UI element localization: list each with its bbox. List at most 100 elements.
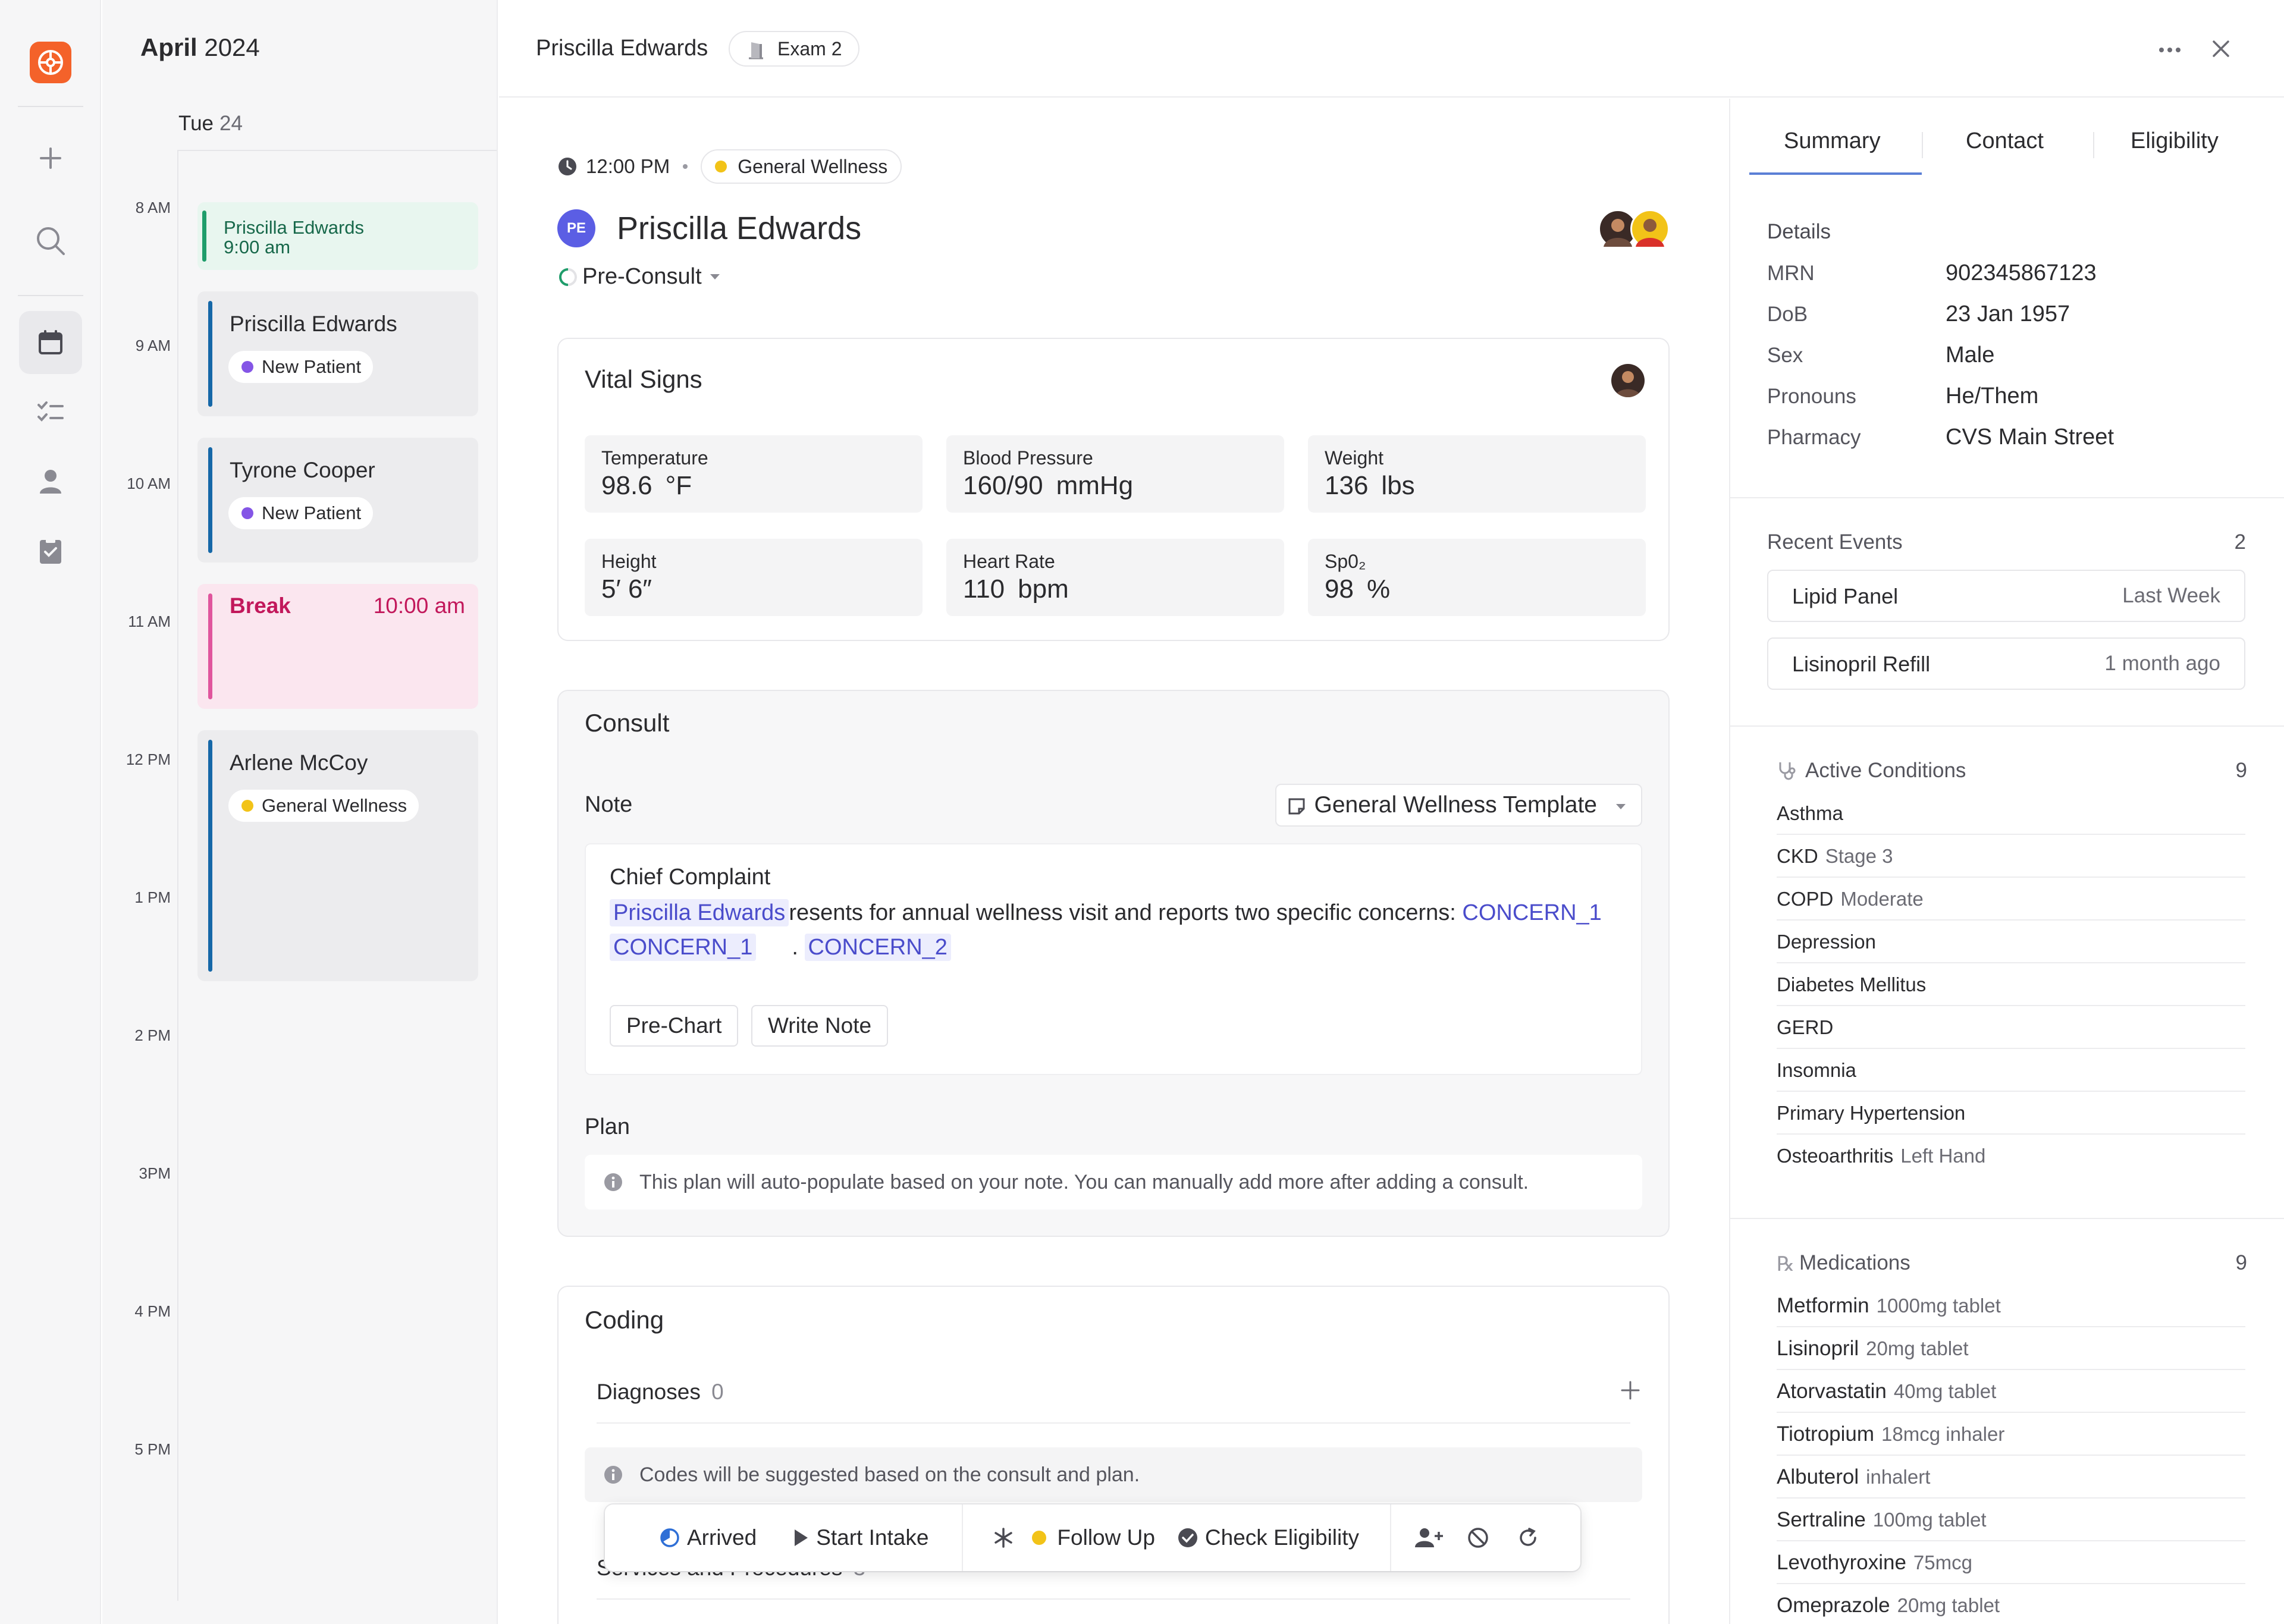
hour-label: 2 PM (134, 1026, 171, 1044)
reports-nav-button[interactable] (19, 520, 82, 583)
concern-placeholder[interactable]: CONCERN_1 (610, 934, 757, 961)
detail-key: Pharmacy (1767, 426, 1861, 449)
cancel-visit-button[interactable] (1444, 1527, 1489, 1548)
close-icon[interactable] (2208, 36, 2234, 62)
care-team-avatars[interactable] (1598, 209, 1670, 251)
add-diagnosis-icon[interactable] (1620, 1380, 1641, 1401)
medication-item[interactable]: Levothyroxine 75mcg (1777, 1541, 2245, 1584)
concern-placeholder[interactable]: CONCERN_2 (804, 934, 951, 961)
condition-item[interactable]: COPD Moderate (1777, 878, 2245, 921)
start-intake-button[interactable]: Start Intake (792, 1525, 962, 1550)
visit-time-row: 12:00 PM General Wellness (557, 149, 902, 184)
recent-event-item[interactable]: Lipid Panel Last Week (1767, 570, 2245, 622)
vital-height[interactable]: Height 5′ 6″ (585, 539, 923, 616)
tab-contact[interactable]: Contact (1966, 128, 2044, 154)
write-note-button[interactable]: Write Note (751, 1005, 889, 1047)
condition-item[interactable]: Asthma (1777, 792, 2245, 835)
tab-eligibility[interactable]: Eligibility (2131, 128, 2219, 154)
medication-item[interactable]: Metformin 1000mg tablet (1777, 1284, 2245, 1327)
details-title: Details (1767, 220, 1831, 243)
more-options-icon[interactable] (2157, 38, 2183, 62)
new-button[interactable] (19, 127, 82, 190)
hour-label: 5 PM (134, 1440, 171, 1458)
checklist-icon (37, 401, 64, 422)
asterisk-button[interactable] (963, 1527, 1032, 1548)
appointment-name: Tyrone Cooper (230, 458, 375, 482)
search-button[interactable] (19, 209, 82, 272)
arrived-button[interactable]: Arrived (605, 1525, 792, 1550)
note-editor[interactable]: Chief Complaint Priscilla Edwards resents… (585, 843, 1642, 1075)
patient-name: Priscilla Edwards (617, 211, 862, 246)
appointment-card[interactable]: Priscilla Edwards New Patient (197, 291, 478, 416)
condition-item[interactable]: Insomnia (1777, 1049, 2245, 1092)
logo-icon[interactable] (30, 42, 71, 83)
hour-label: 4 PM (134, 1302, 171, 1320)
pre-chart-button[interactable]: Pre-Chart (610, 1005, 739, 1047)
refresh-icon (1520, 1528, 1536, 1546)
appointment-card[interactable]: Tyrone Cooper New Patient (197, 438, 478, 563)
condition-item[interactable]: Diabetes Mellitus (1777, 963, 2245, 1006)
patient-mention-chip[interactable]: Priscilla Edwards (610, 899, 789, 926)
condition-item[interactable]: CKD Stage 3 (1777, 835, 2245, 878)
room-badge[interactable]: Exam 2 (729, 31, 860, 67)
condition-item[interactable]: Primary Hypertension (1777, 1092, 2245, 1135)
vital-weight[interactable]: Weight 136 lbs (1308, 435, 1646, 513)
tab-separator (1922, 132, 1923, 158)
medication-item[interactable]: Lisinopril 20mg tablet (1777, 1327, 2245, 1370)
calendar-nav-button[interactable] (19, 311, 82, 374)
divider (177, 150, 178, 1601)
medications-count: 9 (2235, 1251, 2247, 1274)
calendar-day-header[interactable]: Tue 24 (178, 112, 243, 136)
status-dot (1032, 1531, 1047, 1545)
medications-title: Medications (1799, 1251, 1910, 1274)
medication-item[interactable]: Tiotropium 18mcg inhaler (1777, 1413, 2245, 1456)
clipboard-icon (40, 538, 61, 564)
template-dropdown[interactable]: General Wellness Template (1275, 784, 1642, 827)
vital-blood-pressure[interactable]: Blood Pressure 160/90 mmHg (946, 435, 1284, 513)
plan-info: This plan will auto-populate based on yo… (585, 1155, 1642, 1210)
hour-label: 10 AM (127, 475, 171, 492)
medication-item[interactable]: Omeprazole 20mg tablet (1777, 1584, 2245, 1624)
separator-dot (683, 164, 688, 169)
rail-divider (18, 295, 83, 296)
follow-up-button[interactable]: Follow Up (1032, 1525, 1178, 1550)
info-icon (604, 1465, 623, 1484)
concern-placeholder[interactable]: CONCERN_1 (1462, 900, 1601, 925)
medication-item[interactable]: Sertraline 100mg tablet (1777, 1499, 2245, 1541)
tab-summary[interactable]: Summary (1784, 128, 1881, 154)
divider (597, 1598, 1630, 1600)
medication-item[interactable]: Atorvastatin 40mg tablet (1777, 1370, 2245, 1413)
condition-item[interactable]: GERD (1777, 1006, 2245, 1049)
detail-key: DoB (1767, 303, 1808, 326)
stethoscope-icon (1777, 760, 1798, 781)
patients-nav-button[interactable] (19, 450, 82, 513)
medication-item[interactable]: Albuterol inhalert (1777, 1456, 2245, 1499)
visit-status-dropdown[interactable]: Pre-Consult (557, 264, 721, 290)
care-team-avatar (1630, 209, 1670, 249)
clock-icon (559, 158, 576, 175)
check-eligibility-button[interactable]: Check Eligibility (1178, 1525, 1390, 1550)
condition-item[interactable]: Osteoarthritis Left Hand (1777, 1135, 2245, 1177)
condition-item[interactable]: Depression (1777, 921, 2245, 963)
visit-type-pill[interactable]: General Wellness (701, 149, 902, 184)
vital-temperature[interactable]: Temperature 98.6 °F (585, 435, 923, 513)
vital-heart-rate[interactable]: Heart Rate 110 bpm (946, 539, 1284, 616)
plan-label: Plan (585, 1114, 630, 1139)
icon-rail (0, 0, 101, 1624)
tasks-nav-button[interactable] (19, 381, 82, 444)
calendar-month[interactable]: April 2024 (140, 33, 260, 62)
appointment-card-active[interactable]: Priscilla Edwards 9:00 am (197, 202, 478, 270)
vital-signs-card: Vital Signs Temperature 98.6 °F Blood Pre… (557, 338, 1670, 641)
break-block[interactable]: Break 10:00 am (197, 584, 478, 709)
appointment-card[interactable]: Arlene McCoy General Wellness (197, 730, 478, 981)
add-person-button[interactable] (1391, 1527, 1444, 1548)
appointment-name: Priscilla Edwards (230, 312, 397, 336)
recent-event-item[interactable]: Lisinopril Refill 1 month ago (1767, 637, 2245, 690)
visit-time: 12:00 PM (586, 155, 670, 177)
vital-signs-title: Vital Signs (585, 365, 702, 393)
active-conditions-count: 9 (2235, 759, 2247, 782)
vital-spo2[interactable]: Sp0₂ 98% (1308, 539, 1646, 616)
topbar-patient-name: Priscilla Edwards (536, 36, 708, 61)
ban-icon (1468, 1528, 1488, 1548)
refresh-button[interactable] (1489, 1527, 1539, 1548)
